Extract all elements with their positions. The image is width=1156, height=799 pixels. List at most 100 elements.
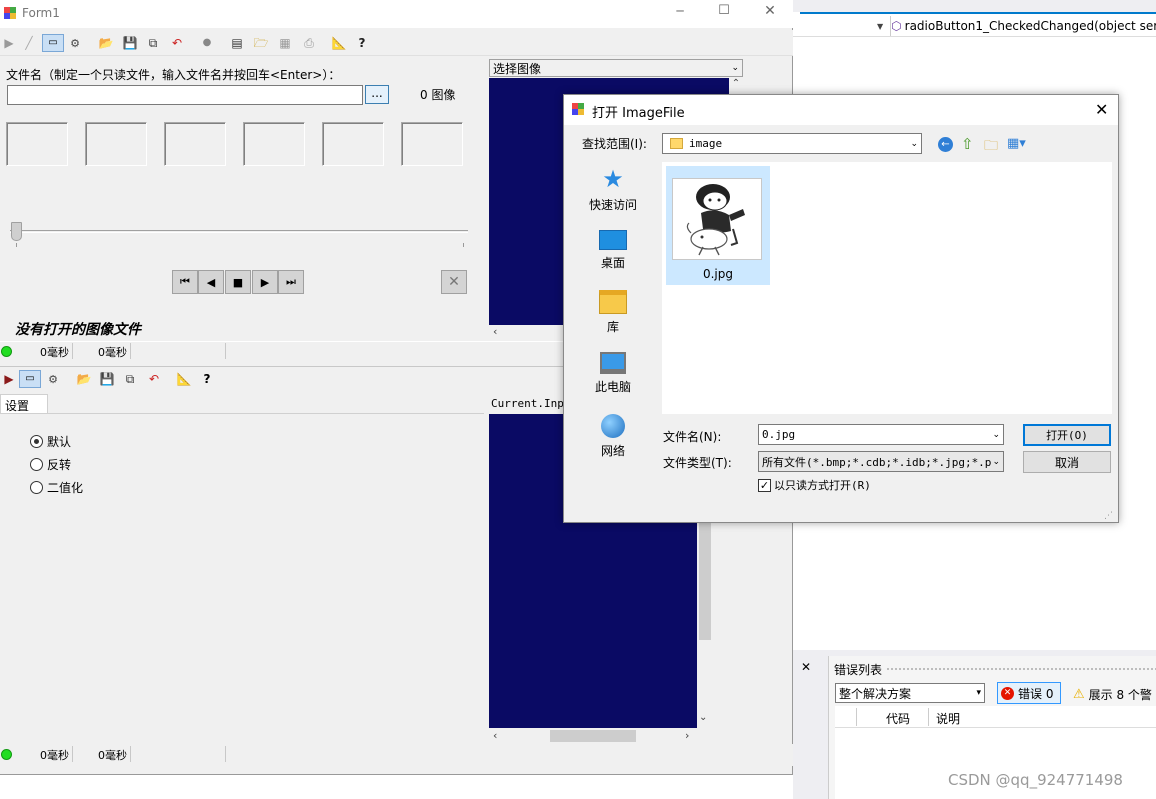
- status-divider: [130, 343, 131, 359]
- file-item[interactable]: 0.jpg: [666, 166, 770, 285]
- radio-invert[interactable]: 反转: [30, 456, 71, 473]
- scroll-left-icon[interactable]: ‹: [493, 729, 497, 742]
- error-col-desc[interactable]: 说明: [936, 710, 960, 727]
- slider-thumb[interactable]: [11, 222, 22, 241]
- ruler-icon[interactable]: 📐: [330, 34, 348, 52]
- print-icon[interactable]: ⎙: [300, 34, 318, 52]
- ide-method-combo[interactable]: ▼ ⬡ radioButton1_CheckedChanged(object s…: [877, 16, 1156, 36]
- open-folder-icon[interactable]: 📂: [75, 370, 93, 388]
- select-image-combo[interactable]: 选择图像 ⌄: [489, 59, 743, 77]
- folder-icon: [670, 138, 683, 149]
- clear-button[interactable]: ✕: [441, 270, 467, 294]
- bottom-vscroll-thumb[interactable]: [699, 520, 711, 640]
- error-col-code[interactable]: 代码: [886, 710, 910, 727]
- status-divider: [72, 746, 73, 762]
- dialog-close-button[interactable]: ✕: [1095, 100, 1108, 119]
- place-quick-access[interactable]: ★ 快速访问: [568, 166, 658, 213]
- stop-button[interactable]: ■: [225, 270, 251, 294]
- library-icon: [599, 290, 627, 314]
- top-hscrollbar[interactable]: ‹: [489, 325, 564, 339]
- scroll-down-icon[interactable]: ⌄: [699, 712, 707, 723]
- settings-icon[interactable]: ⚙: [44, 370, 62, 388]
- lookin-combo[interactable]: image ⌄: [662, 133, 922, 154]
- readonly-checkbox[interactable]: ✓ 以只读方式打开(R): [758, 477, 871, 493]
- help-icon[interactable]: ?: [198, 370, 216, 388]
- checkbox-box: ✓: [758, 478, 771, 492]
- play-icon[interactable]: ▶: [0, 34, 18, 52]
- place-network[interactable]: 网络: [568, 414, 658, 459]
- error-col-divider-2: [928, 708, 929, 726]
- camera-icon[interactable]: ▭: [42, 34, 64, 52]
- help-icon[interactable]: ?: [353, 34, 371, 52]
- status-time-2: 0毫秒: [98, 346, 127, 359]
- undo-icon[interactable]: ↶: [145, 370, 163, 388]
- radio-default[interactable]: 默认: [30, 433, 71, 450]
- copy-icon[interactable]: ⧉: [121, 370, 139, 388]
- place-library[interactable]: 库: [568, 290, 658, 335]
- thumbnail-slot[interactable]: [164, 122, 226, 166]
- filename-input[interactable]: [7, 85, 363, 105]
- error-scope-combo[interactable]: 整个解决方案 ▾: [835, 683, 985, 703]
- network-icon: [601, 414, 625, 438]
- status-time-2: 0毫秒: [98, 749, 127, 762]
- warning-icon: ⚠: [1073, 686, 1085, 702]
- browse-button[interactable]: ...: [365, 85, 389, 104]
- filetype-label: 文件类型(T):: [663, 456, 732, 470]
- pen-icon[interactable]: ╱: [20, 34, 38, 52]
- first-frame-button[interactable]: ⏮: [172, 270, 198, 294]
- status-divider: [225, 343, 226, 359]
- new-folder-icon[interactable]: 🗀: [984, 135, 998, 159]
- ide-close-icon[interactable]: ✕: [801, 660, 811, 674]
- camera-icon[interactable]: ▭: [19, 370, 41, 388]
- up-folder-icon[interactable]: ⇧: [961, 135, 974, 153]
- undo-icon[interactable]: ↶: [168, 34, 186, 52]
- settings-tab[interactable]: 设置: [0, 394, 48, 414]
- maximize-button[interactable]: ☐: [714, 3, 734, 18]
- skip-end-icon: ⏭: [286, 275, 296, 288]
- save-icon[interactable]: 💾: [121, 34, 139, 52]
- open-button[interactable]: 打开(O): [1023, 424, 1111, 446]
- prev-frame-button[interactable]: ◀: [198, 270, 224, 294]
- thumbnail-slot[interactable]: [243, 122, 305, 166]
- skip-start-icon: ⏮: [180, 275, 190, 288]
- save-icon[interactable]: 💾: [98, 370, 116, 388]
- filename-combo[interactable]: 0.jpg ⌄: [758, 424, 1004, 445]
- cancel-button[interactable]: 取消: [1023, 451, 1111, 473]
- place-desktop[interactable]: 桌面: [568, 230, 658, 271]
- bottom-toolbar: [0, 368, 484, 392]
- bottom-hscroll-thumb[interactable]: [550, 730, 636, 742]
- filename-label: 文件名(N):: [663, 430, 722, 444]
- thumbnail-slot[interactable]: [85, 122, 147, 166]
- scroll-right-icon[interactable]: ›: [685, 729, 689, 742]
- record-icon[interactable]: ●: [198, 34, 216, 52]
- close-button[interactable]: ✕: [760, 3, 780, 19]
- open-folder-icon[interactable]: 📂: [97, 34, 115, 52]
- view-menu-icon[interactable]: ▦▾: [1007, 136, 1026, 151]
- errors-filter-button[interactable]: ✕ 错误 0: [997, 682, 1061, 704]
- form-icon: [572, 103, 585, 116]
- warnings-filter-button[interactable]: ⚠ 展示 8 个警: [1073, 684, 1156, 704]
- radio-dot: [30, 435, 43, 448]
- thumbnail-slot[interactable]: [322, 122, 384, 166]
- thumbnail-slot[interactable]: [6, 122, 68, 166]
- place-this-pc[interactable]: 此电脑: [568, 352, 658, 395]
- ruler-icon[interactable]: 📐: [175, 370, 193, 388]
- image-count: 0 图像: [420, 88, 456, 102]
- last-frame-button[interactable]: ⏭: [278, 270, 304, 294]
- filetype-combo[interactable]: 所有文件(*.bmp;*.cdb;*.idb;*.jpg;*.pn ⌄: [758, 451, 1004, 472]
- radio-binarize[interactable]: 二值化: [30, 479, 83, 496]
- back-icon[interactable]: ←: [938, 137, 953, 152]
- copy-icon[interactable]: ⧉: [144, 34, 162, 52]
- folder-icon[interactable]: 🗁: [252, 34, 270, 52]
- play-icon[interactable]: ▶: [0, 370, 18, 388]
- form-title: Form1: [22, 6, 60, 20]
- form-icon: [4, 7, 17, 20]
- settings-icon[interactable]: ⚙: [66, 34, 84, 52]
- minimize-button[interactable]: ─: [670, 4, 690, 18]
- thumbnail-slot[interactable]: [401, 122, 463, 166]
- next-frame-button[interactable]: ▶: [252, 270, 278, 294]
- grid-icon[interactable]: ▦: [276, 34, 294, 52]
- close-icon: ✕: [448, 274, 460, 290]
- document-icon[interactable]: ▤: [228, 34, 246, 52]
- resize-grip-icon[interactable]: ⋰: [1104, 511, 1113, 521]
